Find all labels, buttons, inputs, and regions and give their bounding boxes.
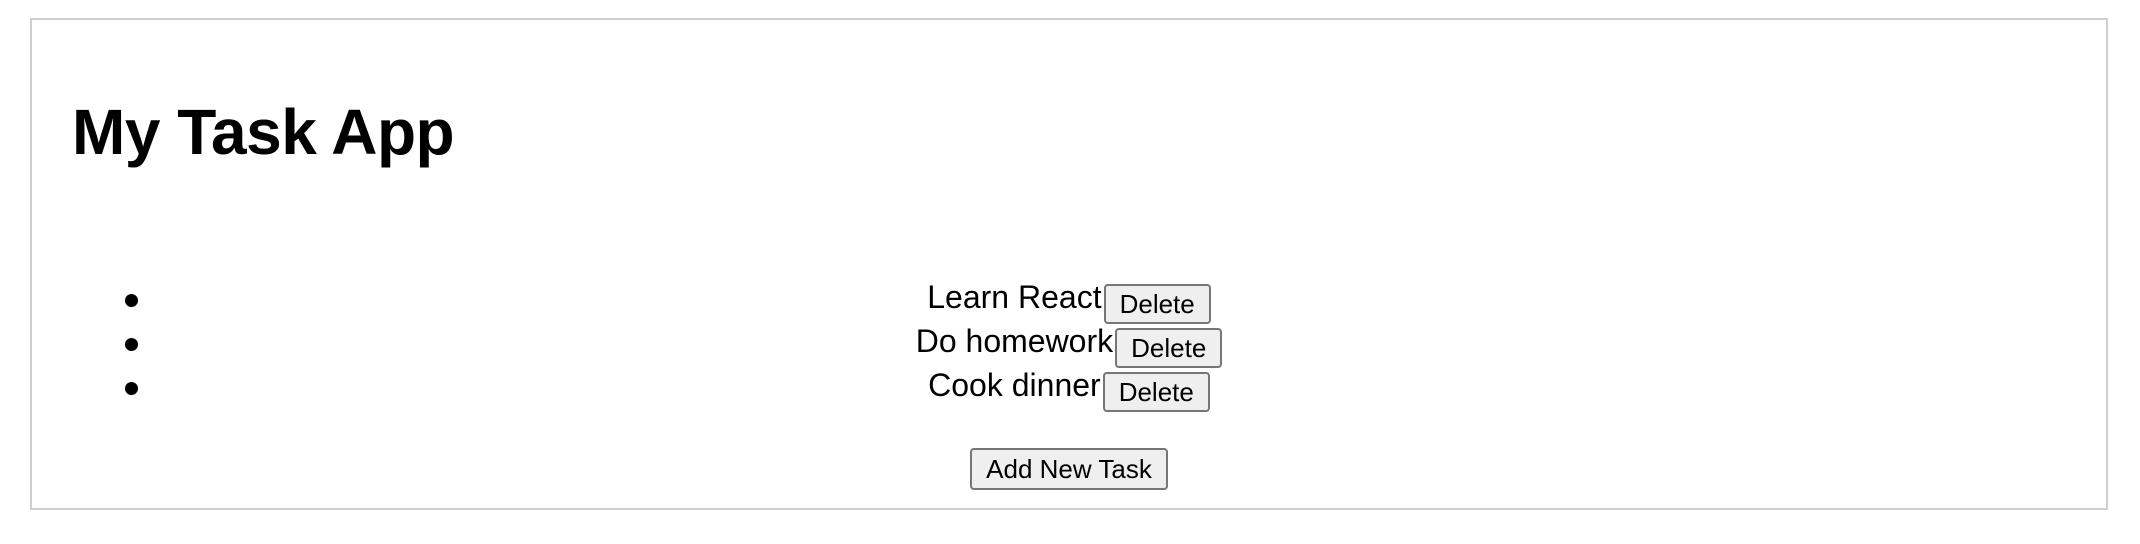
task-list: Learn React Delete Do homework Delete Co… bbox=[32, 279, 2106, 414]
delete-button[interactable]: Delete bbox=[1102, 372, 1210, 412]
bullet-icon bbox=[125, 382, 138, 395]
list-item: Learn React Delete bbox=[32, 279, 2106, 326]
task-content: Learn React Delete bbox=[927, 279, 1211, 326]
task-text: Cook dinner bbox=[928, 367, 1101, 403]
bullet-icon bbox=[125, 338, 138, 351]
task-text: Learn React bbox=[927, 279, 1102, 315]
add-task-row: Add New Task bbox=[32, 448, 2106, 490]
delete-button[interactable]: Delete bbox=[1103, 284, 1211, 324]
list-item: Cook dinner Delete bbox=[32, 367, 2106, 414]
task-text: Do homework bbox=[915, 323, 1114, 359]
delete-button[interactable]: Delete bbox=[1115, 328, 1223, 368]
add-new-task-button[interactable]: Add New Task bbox=[970, 448, 1168, 490]
bullet-icon bbox=[125, 294, 138, 307]
page-title: My Task App bbox=[72, 96, 455, 168]
task-content: Cook dinner Delete bbox=[928, 367, 1210, 414]
task-content: Do homework Delete bbox=[915, 323, 1223, 370]
list-item: Do homework Delete bbox=[32, 323, 2106, 370]
app-container: My Task App Learn React Delete Do homewo… bbox=[30, 18, 2108, 510]
